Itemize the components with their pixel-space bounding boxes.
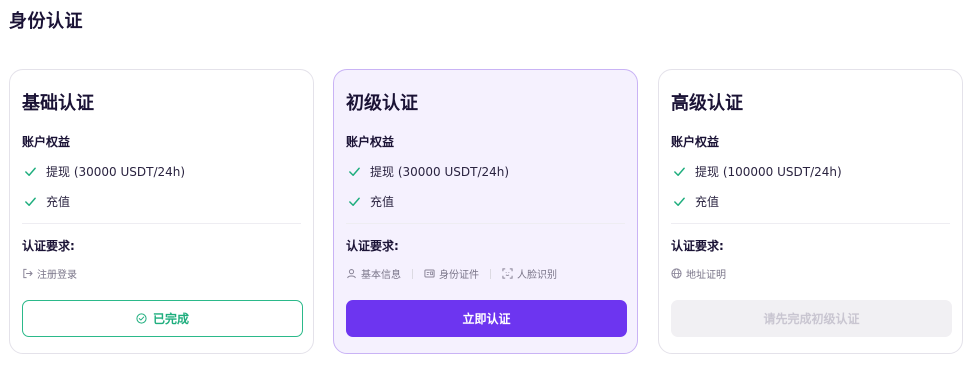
requirement-label: 身份证件	[439, 270, 479, 281]
complete-junior-first-button: 请先完成初级认证	[671, 300, 952, 337]
benefit-item: 充值	[24, 192, 70, 210]
benefit-label: 提现 (100000 USDT/24h)	[695, 164, 842, 179]
benefit-label: 充值	[695, 194, 720, 209]
check-icon	[349, 197, 360, 206]
benefit-item: 提现 (30000 USDT/24h)	[24, 162, 185, 180]
requirement-item: 基本信息	[346, 266, 401, 281]
benefits-label: 账户权益	[346, 135, 395, 149]
requirement-item: 身份证件	[424, 266, 479, 281]
verification-levels: 基础认证 账户权益 提现 (30000 USDT/24h) 充值 认证要求: 注…	[9, 69, 964, 354]
requirement-label: 人脸识别	[517, 270, 557, 281]
globe-icon	[671, 268, 682, 279]
requirement-label: 注册登录	[37, 270, 77, 281]
check-icon	[674, 167, 685, 176]
divider	[22, 223, 301, 224]
requirements-label: 认证要求:	[671, 239, 724, 253]
basic-verification-card: 基础认证 账户权益 提现 (30000 USDT/24h) 充值 认证要求: 注…	[9, 69, 314, 354]
benefit-item: 充值	[673, 192, 719, 210]
page-title: 身份认证	[9, 11, 83, 32]
check-icon	[674, 197, 685, 206]
benefit-item: 提现 (30000 USDT/24h)	[348, 162, 509, 180]
divider	[346, 223, 625, 224]
benefit-item: 提现 (100000 USDT/24h)	[673, 162, 842, 180]
check-icon	[25, 167, 36, 176]
requirement-item: 地址证明	[671, 266, 726, 281]
junior-verification-card: 初级认证 账户权益 提现 (30000 USDT/24h) 充值 认证要求: 基…	[333, 69, 638, 354]
benefit-item: 充值	[348, 192, 394, 210]
button-label: 请先完成初级认证	[763, 312, 860, 326]
requirements-list: 基本信息 身份证件 人脸识别	[346, 266, 557, 281]
card-title: 基础认证	[22, 93, 94, 114]
card-title: 高级认证	[671, 93, 743, 114]
completed-button: 已完成	[22, 300, 303, 337]
separator	[490, 268, 491, 279]
benefit-label: 充值	[370, 194, 395, 209]
benefit-label: 提现 (30000 USDT/24h)	[46, 164, 186, 179]
advanced-verification-card: 高级认证 账户权益 提现 (100000 USDT/24h) 充值 认证要求: …	[658, 69, 963, 354]
verify-now-button[interactable]: 立即认证	[346, 300, 627, 337]
requirement-item: 人脸识别	[502, 266, 557, 281]
login-icon	[23, 268, 33, 279]
button-label: 已完成	[152, 312, 189, 326]
separator	[412, 268, 413, 279]
benefit-label: 提现 (30000 USDT/24h)	[370, 164, 510, 179]
benefit-label: 充值	[46, 194, 71, 209]
check-icon	[349, 167, 360, 176]
id-card-icon	[424, 269, 435, 278]
face-scan-icon	[502, 268, 513, 279]
requirements-list: 地址证明	[671, 266, 726, 281]
requirement-label: 地址证明	[686, 270, 726, 281]
button-label: 立即认证	[462, 312, 511, 326]
requirement-item: 注册登录	[22, 266, 77, 281]
requirements-list: 注册登录	[22, 266, 77, 281]
benefits-label: 账户权益	[22, 135, 71, 149]
benefits-label: 账户权益	[671, 135, 720, 149]
requirement-label: 基本信息	[361, 270, 401, 281]
check-circle-icon	[136, 313, 147, 324]
user-icon	[347, 269, 356, 279]
divider	[671, 223, 950, 224]
check-icon	[25, 197, 36, 206]
requirements-label: 认证要求:	[346, 239, 399, 253]
card-title: 初级认证	[346, 93, 418, 114]
requirements-label: 认证要求:	[22, 239, 75, 253]
